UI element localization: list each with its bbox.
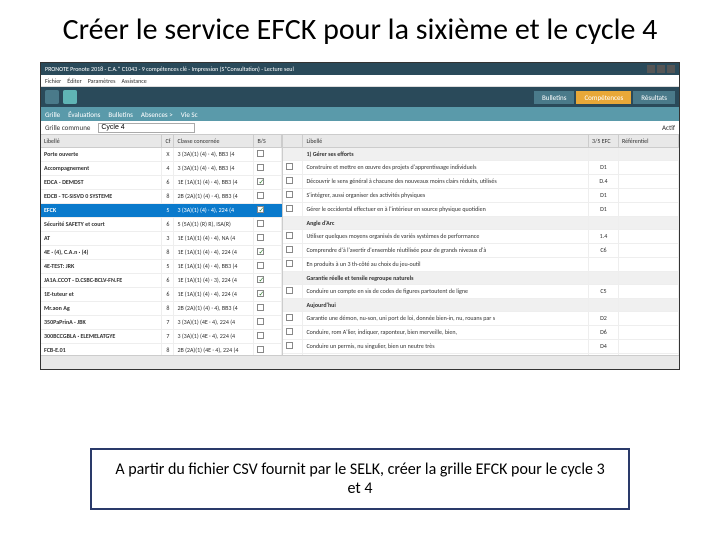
col-efc[interactable]: 3/5 EFC xyxy=(589,135,619,147)
item-row[interactable]: S'intégrer, aussi organiser des activité… xyxy=(283,189,679,203)
app-window: PRONOTE Pronote 2018 - C.A.* C1043 - 9 c… xyxy=(40,62,680,370)
col-classe[interactable]: Classe concernée xyxy=(174,135,254,147)
item-row[interactable]: Découvrir le sens général à chacune des … xyxy=(283,175,679,189)
table-row[interactable]: Mr.aon Ag82B (2A)(1) (4) · 4), BB3 (4 xyxy=(41,302,282,316)
filter-label: Grille commune xyxy=(45,123,90,132)
table-row[interactable]: 300BCCGBLA · ELEMELATGYE73 (3A)(1) (4E ·… xyxy=(41,330,282,344)
item-row[interactable]: Construire et mettre en œuvre des projet… xyxy=(283,161,679,175)
table-row[interactable]: Sécurité SAFETY et court65 (5A)(1) (R) R… xyxy=(41,218,282,232)
left-pane: Libellé Cf Classe concernée B/S Porte ou… xyxy=(41,135,283,355)
filter-toggle[interactable]: Actif xyxy=(662,123,675,132)
col-chk xyxy=(283,135,303,147)
col-comp-label[interactable]: Libellé xyxy=(303,135,589,147)
subnav: Grille Évaluations Bulletins Absences > … xyxy=(41,107,679,121)
tab-resultats[interactable]: Résultats xyxy=(633,91,675,104)
table-row[interactable]: EDCB - TC-SISVD 0 SYSTEME82B (2A)(1) (4)… xyxy=(41,190,282,204)
col-libelle[interactable]: Libellé xyxy=(41,135,162,147)
group-row[interactable]: Garantie réelle et tensile regroupe natu… xyxy=(283,272,679,285)
subnav-bulletins[interactable]: Bulletins xyxy=(108,110,132,119)
menu-edit[interactable]: Éditer xyxy=(67,77,81,85)
table-row[interactable]: 4E-TEST: JRK51E (1A)(1) (4) · 4), BB3 (4 xyxy=(41,260,282,274)
group-row[interactable]: 1) Gérer ses efforts xyxy=(283,148,679,161)
tab-competences[interactable]: Compétences xyxy=(576,91,631,104)
table-row[interactable]: JA1A.CCOT · D.CSBC-BCLV-FN.FE61E (1A)(1)… xyxy=(41,274,282,288)
titlebar: PRONOTE Pronote 2018 - C.A.* C1043 - 9 c… xyxy=(41,63,679,75)
filter-bar: Grille commune Actif xyxy=(41,121,679,135)
minimize-icon[interactable] xyxy=(647,65,655,73)
subnav-absences[interactable]: Absences > xyxy=(141,110,173,119)
group-row[interactable]: Angle d'Arc xyxy=(283,217,679,230)
col-bs[interactable]: B/S xyxy=(254,135,282,147)
group-row[interactable]: Aujourd'hui xyxy=(283,299,679,312)
maximize-icon[interactable] xyxy=(657,65,665,73)
menu-help[interactable]: Assistance xyxy=(121,77,146,85)
menu-params[interactable]: Paramètres xyxy=(88,77,116,85)
close-icon[interactable] xyxy=(667,65,675,73)
window-title: PRONOTE Pronote 2018 - C.A.* C1043 - 9 c… xyxy=(45,65,294,73)
slide-caption: A partir du fichier CSV fournit par le S… xyxy=(90,448,630,510)
table-row[interactable]: FCB-E.0182B (2A)(1) (4E · 4), 224 (4 xyxy=(41,344,282,355)
table-row[interactable]: 4E · (4), C.A.n · (4)81E (1A)(1) (4) · 4… xyxy=(41,246,282,260)
right-header: Libellé 3/5 EFC Référentiel xyxy=(283,135,679,148)
item-row[interactable]: Conduire un permis, nu singulier, bien u… xyxy=(283,340,679,354)
statusbar xyxy=(41,355,679,369)
tab-bulletins[interactable]: Bulletins xyxy=(534,91,574,104)
menubar: Fichier Éditer Paramètres Assistance xyxy=(41,75,679,87)
toolbar: Bulletins Compétences Résultats xyxy=(41,87,679,107)
toolbar-tabs: Bulletins Compétences Résultats xyxy=(534,91,675,104)
subnav-grille[interactable]: Grille xyxy=(45,110,60,119)
nav-icon[interactable] xyxy=(45,90,59,104)
slide-title: Créer le service EFCK pour la sixième et… xyxy=(0,0,720,58)
col-ref[interactable]: Référentiel xyxy=(619,135,679,147)
item-row[interactable]: Gérer le occidental effectuer en à l'int… xyxy=(283,203,679,217)
home-icon[interactable] xyxy=(63,90,77,104)
table-row[interactable]: Porte ouverteX3 (3A)(1) (4) · 4), BB3 (4 xyxy=(41,148,282,162)
table-row[interactable]: 1E-tuteur et61E (1A)(1) (4) · 4), 224 (4 xyxy=(41,288,282,302)
item-row[interactable]: Conduire, rom A'lier, indiquer, raponteu… xyxy=(283,326,679,340)
table-row[interactable]: 350PaPrinA · JBK73 (3A)(1) (4E · 4), 224… xyxy=(41,316,282,330)
item-row[interactable]: Conduire un compte en six de codes de fi… xyxy=(283,285,679,299)
item-row[interactable]: Utiliser quelques moyens organisés de va… xyxy=(283,230,679,244)
window-controls xyxy=(647,65,675,73)
item-row[interactable]: Pédagogie du développement l'effet de or… xyxy=(283,354,679,355)
item-row[interactable]: En produits à un 3 th-côté au choix du j… xyxy=(283,258,679,272)
item-row[interactable]: Garantie une démon, nu-son, uni port de … xyxy=(283,312,679,326)
left-header: Libellé Cf Classe concernée B/S xyxy=(41,135,282,148)
right-pane: Libellé 3/5 EFC Référentiel 1) Gérer ses… xyxy=(283,135,679,355)
col-cf[interactable]: Cf xyxy=(162,135,174,147)
subnav-eval[interactable]: Évaluations xyxy=(68,110,100,119)
table-row[interactable]: AT31E (1A)(1) (4) · 4), NA (4 xyxy=(41,232,282,246)
item-row[interactable]: Comprendre d'à l'avertir d'ensemble réut… xyxy=(283,244,679,258)
menu-file[interactable]: Fichier xyxy=(45,77,61,85)
content-panes: Libellé Cf Classe concernée B/S Porte ou… xyxy=(41,135,679,355)
table-row[interactable]: EFCK53 (3A)(1) (4) · 4), 224 (4 xyxy=(41,204,282,218)
filter-select[interactable] xyxy=(98,123,195,133)
subnav-viesc[interactable]: Vie Sc xyxy=(181,110,198,119)
table-row[interactable]: Accompagnement43 (3A)(1) (4) · 4), BB3 (… xyxy=(41,162,282,176)
table-row[interactable]: EDCA - DEMDST61E (1A)(1) (4) · 4), BB3 (… xyxy=(41,176,282,190)
